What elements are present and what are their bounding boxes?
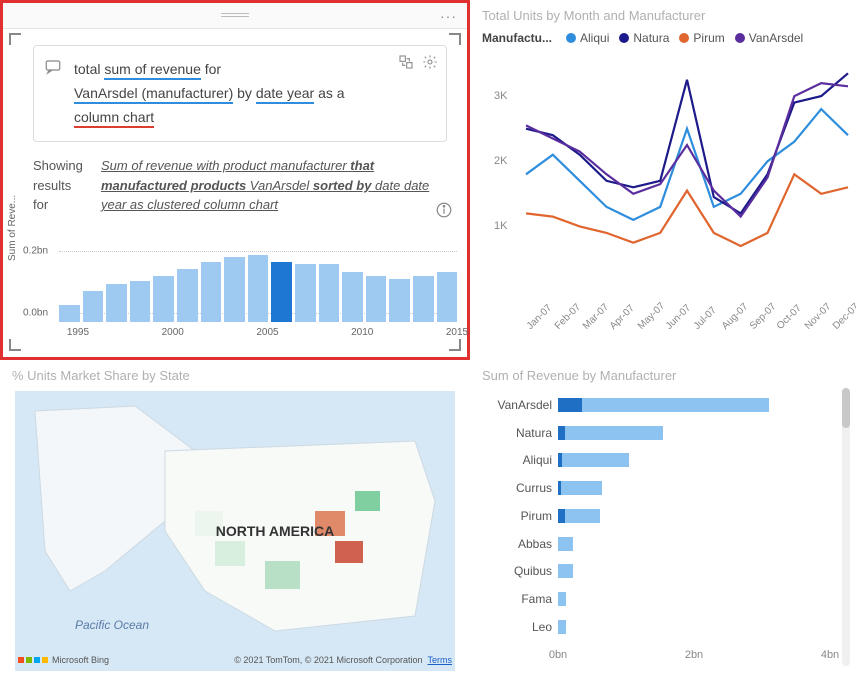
hbar-label: Abbas [482, 537, 552, 551]
hbar-label: Pirum [482, 509, 552, 523]
drag-gripper-icon[interactable] [221, 13, 249, 17]
map-tile[interactable]: % Units Market Share by State NORTH AMER… [0, 360, 470, 694]
bar[interactable] [59, 305, 80, 322]
x-tick: Nov-07 [803, 301, 834, 332]
map-attribution-left: Microsoft Bing [18, 655, 109, 665]
hbar-chart[interactable]: 0bn2bn4bn [558, 391, 830, 641]
svg-text:NORTH AMERICA: NORTH AMERICA [216, 523, 334, 539]
bar[interactable] [130, 281, 151, 322]
line-chart[interactable]: 1K2K3K [522, 53, 836, 263]
x-tick: Jul-07 [692, 305, 719, 332]
x-tick: 1995 [67, 327, 89, 338]
info-icon[interactable] [435, 201, 453, 219]
bar[interactable] [437, 272, 458, 322]
bar[interactable] [106, 284, 127, 322]
x-tick: Sep-07 [747, 301, 778, 332]
bar[interactable] [177, 269, 198, 322]
hbar-row[interactable] [558, 535, 830, 553]
resize-handle-br[interactable] [449, 339, 461, 351]
hbar-label: Leo [482, 620, 552, 634]
x-tick: Oct-07 [775, 303, 804, 332]
bar[interactable] [224, 257, 245, 322]
bar[interactable] [271, 262, 292, 322]
hbar-row[interactable] [558, 590, 830, 608]
resize-handle-tr[interactable] [449, 33, 461, 45]
bar[interactable] [389, 279, 410, 322]
hbar-label: Quibus [482, 564, 552, 578]
bar[interactable] [342, 272, 363, 322]
hbar-tile[interactable]: Sum of Revenue by Manufacturer VanArsdel… [470, 360, 856, 694]
x-tick: Aug-07 [720, 301, 751, 332]
y-tick: 3K [494, 90, 507, 102]
hbar-label: Natura [482, 426, 552, 440]
hbar-row[interactable] [558, 562, 830, 580]
x-tick: Dec-07 [831, 301, 856, 332]
x-tick: 2bn [685, 649, 703, 661]
hbar-row[interactable] [558, 507, 830, 525]
hbar-label: VanArsdel [482, 398, 552, 412]
line-series[interactable] [526, 83, 848, 217]
hbar-label: Currus [482, 481, 552, 495]
map[interactable]: NORTH AMERICA Pacific Ocean Microsoft Bi… [12, 391, 458, 671]
bar[interactable] [153, 276, 174, 322]
bar[interactable] [413, 276, 434, 322]
map-svg: NORTH AMERICA Pacific Ocean [12, 391, 458, 671]
x-tick: 2010 [351, 327, 373, 338]
scrollbar[interactable] [842, 388, 850, 666]
legend: Manufactu... Aliqui Natura Pirum VanArsd… [482, 31, 844, 45]
bar[interactable] [83, 291, 104, 322]
convert-visual-icon[interactable] [398, 54, 414, 70]
bar[interactable] [366, 276, 387, 322]
more-options-icon[interactable]: ··· [440, 8, 457, 24]
line-series[interactable] [526, 109, 848, 220]
x-tick: Jun-07 [664, 303, 693, 332]
x-tick: 2005 [256, 327, 278, 338]
hbar-row[interactable] [558, 451, 830, 469]
bar[interactable] [201, 262, 222, 322]
line-series[interactable] [526, 174, 848, 246]
resize-handle-tl[interactable] [9, 33, 21, 45]
x-tick: May-07 [636, 301, 667, 332]
hbar-row[interactable] [558, 396, 830, 414]
hbar-row[interactable] [558, 424, 830, 442]
scroll-thumb[interactable] [842, 388, 850, 428]
gear-icon[interactable] [422, 54, 438, 70]
hbar-row[interactable] [558, 479, 830, 497]
x-tick: 2000 [162, 327, 184, 338]
x-tick: 0bn [549, 649, 567, 661]
terms-link[interactable]: Terms [428, 655, 453, 665]
x-tick: Apr-07 [608, 303, 637, 332]
y-tick: 0.2bn [23, 245, 48, 256]
y-axis-label: Sum of Reve... [7, 195, 18, 261]
line-chart-tile[interactable]: Total Units by Month and Manufacturer Ma… [470, 0, 856, 360]
qna-restatement: Showing results for Sum of revenue with … [33, 156, 447, 215]
y-tick: 2K [494, 155, 507, 167]
x-tick: 2015 [446, 327, 468, 338]
bar[interactable] [295, 264, 316, 322]
tile-title: Sum of Revenue by Manufacturer [482, 368, 830, 383]
speech-icon [44, 58, 62, 76]
hbar-label: Aliqui [482, 453, 552, 467]
qna-column-chart[interactable]: Sum of Reve... 0.2bn 0.0bn 1995200020052… [59, 241, 457, 336]
microsoft-logo-icon [18, 657, 48, 663]
y-tick: 0.0bn [23, 307, 48, 318]
qna-text: total sum of revenue for VanArsdel (manu… [74, 61, 345, 128]
hbar-row[interactable] [558, 618, 830, 636]
qna-visual[interactable]: ··· total sum of revenue for VanArsdel (… [0, 0, 470, 360]
x-tick: Mar-07 [580, 302, 610, 332]
svg-text:Pacific Ocean: Pacific Ocean [75, 618, 149, 632]
bar[interactable] [319, 264, 340, 322]
y-tick: 1K [494, 220, 507, 232]
map-attribution-right: © 2021 TomTom, © 2021 Microsoft Corporat… [234, 655, 452, 665]
qna-toolbar: ··· [3, 3, 467, 29]
qna-input[interactable]: total sum of revenue for VanArsdel (manu… [33, 45, 447, 142]
hbar-label: Fama [482, 592, 552, 606]
x-tick: Jan-07 [525, 303, 554, 332]
tile-title: % Units Market Share by State [12, 368, 458, 383]
x-tick: 4bn [821, 649, 839, 661]
tile-title: Total Units by Month and Manufacturer [482, 8, 844, 23]
bar[interactable] [248, 255, 269, 322]
x-tick: Feb-07 [553, 302, 583, 332]
resize-handle-bl[interactable] [9, 339, 21, 351]
